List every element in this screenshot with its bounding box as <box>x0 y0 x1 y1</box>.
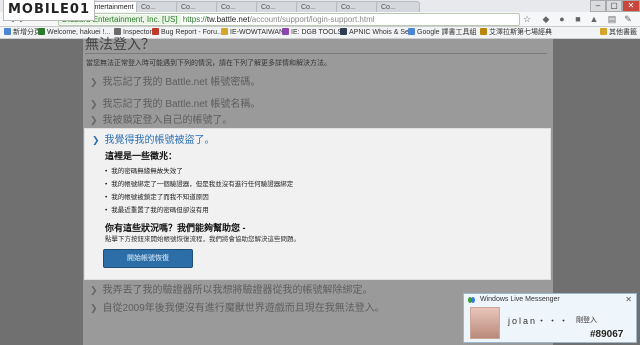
symptoms-heading: 這裡是一些徵兆： <box>105 151 178 161</box>
bookmark-icon <box>4 28 11 35</box>
messenger-logo-icon <box>468 297 476 303</box>
bookmark-icon <box>408 28 415 35</box>
bookmark-new-tab[interactable]: 新增分頁 <box>4 27 41 38</box>
post-watermark: #89067 <box>590 329 624 340</box>
folder-icon <box>600 28 607 35</box>
url-path: /account/support/login-support.html <box>249 15 375 24</box>
option-remove-authenticator[interactable]: ❯ 我弄丟了我的驗證器所以我想將驗證器從我的帳號解除綁定。 <box>90 281 373 296</box>
chevron-right-icon: ❯ <box>92 135 100 145</box>
minimize-button[interactable]: – <box>590 0 606 12</box>
intro-text: 當您無法正常登入時可能遇到下列的情況，請在下列了解更多詳情和解決方法。 <box>86 60 331 67</box>
contact-avatar <box>470 307 500 339</box>
chevron-right-icon: ❯ <box>90 303 98 313</box>
chevron-right-icon: ❯ <box>90 77 98 87</box>
bookmark-apnic[interactable]: APNIC Whois & Se... <box>340 27 415 38</box>
bookmark-bug-report[interactable]: Bug Report - Foru... <box>152 27 223 38</box>
extension-icon-3[interactable]: ■ <box>572 13 584 25</box>
option-inactive-since-2009[interactable]: ❯ 自從2009年後我便沒有進行魔獸世界遊戲而且現在我無法登入。 <box>90 299 385 314</box>
bookmark-icon <box>340 28 347 35</box>
bookmark-star-icon[interactable]: ☆ <box>521 13 533 25</box>
symptom-item: 我的密碼無緣無故失效了 <box>105 165 183 175</box>
symptom-item: 我的帳號綁定了一個驗證器，但是我並沒有進行任何驗證器綁定 <box>105 178 293 188</box>
toolbar: ◀ ▶ ↻ ⌂ Blizzard Entertainment, Inc. [US… <box>0 12 640 27</box>
chevron-right-icon: ❯ <box>90 115 98 125</box>
close-icon[interactable]: ✕ <box>625 295 632 304</box>
bookmark-dgb-tools[interactable]: IE: DGB TOOLS <box>282 27 342 38</box>
contact-status: 剛登入 <box>576 317 597 324</box>
bookmark-google-translate[interactable]: Google 譯書工具組 <box>408 27 477 38</box>
help-note: 點擊下方按鈕來開始帳號恢復流程，我們將會協助您解決這些問題。 <box>105 236 300 243</box>
bookmark-azeroth[interactable]: 艾澤拉斯第七場經典 <box>480 27 552 38</box>
bookmark-other[interactable]: 其他書籤 <box>600 27 637 38</box>
extension-icon-2[interactable]: ● <box>556 13 568 25</box>
symptom-item: 我最近重置了我的密碼但卻沒有用 <box>105 204 209 214</box>
mobile01-logo: MOBILE01 <box>3 0 95 21</box>
bookmark-wowtaiwan[interactable]: IE-WOWTAIWAN <box>221 27 284 38</box>
chevron-right-icon: ❯ <box>90 285 98 295</box>
extension-icon-4[interactable]: ▲ <box>588 13 600 25</box>
option-forgot-account-name[interactable]: ❯ 我忘記了我的 Battle.net 帳號名稱。 <box>90 95 260 110</box>
option-account-locked[interactable]: ❯ 我被鎖定登入自己的帳號了。 <box>90 111 233 126</box>
option-account-compromised[interactable]: ❯ 我覺得我的帳號被盜了。 <box>92 131 215 146</box>
wrench-menu-icon[interactable]: ✎ <box>622 13 634 25</box>
chevron-right-icon: ❯ <box>90 99 98 109</box>
url-scheme: https:// <box>182 15 207 24</box>
bookmark-icon <box>38 28 45 35</box>
tab-strip: MOBILE01 Blizzard Entertainment Co... Co… <box>0 0 640 21</box>
address-bar[interactable]: Blizzard Entertainment, Inc. [US] https:… <box>58 13 520 26</box>
url-host: tw.battle.net <box>206 15 250 24</box>
page-title: 無法登入？ <box>85 37 155 53</box>
symptom-item: 我的帳號被鎖定了而我不知道原因 <box>105 191 209 201</box>
compromised-account-panel: ❯我覺得我的帳號被盜了。 這裡是一些徵兆： 我的密碼無緣無故失效了 我的帳號綁定… <box>84 128 551 280</box>
start-recovery-button[interactable]: 開始帳號恢復 <box>103 249 193 268</box>
page-menu-icon[interactable]: ▤ <box>606 13 618 25</box>
bookmark-icon <box>221 28 228 35</box>
contact-name: jolan・・・ <box>508 316 571 326</box>
maximize-button[interactable]: ▢ <box>606 0 622 12</box>
close-window-button[interactable]: ✕ <box>622 0 640 12</box>
title-divider <box>85 53 547 54</box>
bookmark-icon <box>282 28 289 35</box>
messenger-title: Windows Live Messenger <box>480 296 560 303</box>
bookmark-icon <box>480 28 487 35</box>
option-forgot-password[interactable]: ❯ 我忘記了我的 Battle.net 帳號密碼。 <box>90 73 260 88</box>
extension-icon[interactable]: ◆ <box>540 13 552 25</box>
